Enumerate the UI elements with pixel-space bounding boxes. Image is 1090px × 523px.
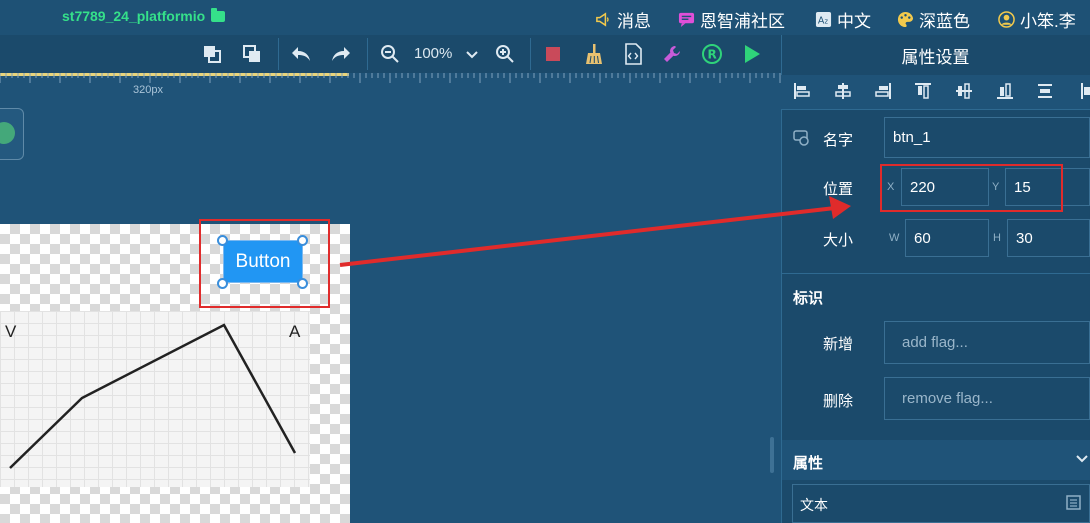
translate-icon: Az — [815, 11, 832, 28]
canvas-side-button[interactable] — [0, 108, 24, 160]
run-button[interactable] — [740, 42, 764, 66]
menu-language[interactable]: Az 中文 — [815, 7, 871, 32]
panel-title: 属性设置 — [901, 47, 970, 67]
horizontal-ruler — [0, 73, 781, 83]
flags-section-title: 标识 — [793, 290, 824, 307]
h-label: H — [993, 232, 1001, 244]
align-right-icon[interactable] — [874, 82, 892, 100]
folder-icon[interactable] — [211, 7, 226, 22]
menu-user[interactable]: 小笨.李 — [998, 7, 1076, 32]
bring-front-icon — [204, 46, 221, 63]
divider — [782, 273, 1090, 274]
register-icon: R — [702, 44, 722, 64]
chevron-down-icon — [466, 51, 478, 59]
divider — [782, 109, 1090, 110]
zoom-in-button[interactable] — [493, 42, 517, 66]
menu-community[interactable]: 恩智浦社区 — [678, 7, 785, 32]
send-back-icon — [243, 45, 260, 62]
menu-language-label: 中文 — [837, 12, 871, 31]
align-left-icon[interactable] — [793, 82, 811, 100]
chart-right-label: A — [289, 322, 301, 341]
redo-button[interactable] — [329, 42, 353, 66]
w-field[interactable]: 60 — [905, 219, 989, 257]
menu-theme[interactable]: 深蓝色 — [897, 7, 970, 32]
chevron-down-icon[interactable] — [1075, 452, 1089, 466]
add-flag-input[interactable]: add flag... — [884, 321, 1090, 364]
splitter-handle[interactable] — [770, 437, 774, 473]
align-center-v-icon[interactable] — [955, 82, 973, 100]
align-bottom-icon[interactable] — [996, 82, 1014, 100]
position-label: 位置 — [823, 181, 854, 198]
clean-button[interactable] — [582, 42, 606, 66]
palette-icon — [897, 11, 914, 28]
align-more-icon[interactable] — [1076, 82, 1090, 100]
tool-button[interactable] — [660, 42, 684, 66]
resize-handle-top-left[interactable] — [217, 235, 228, 246]
remove-flag-input[interactable]: remove flag... — [884, 377, 1090, 420]
resize-handle-top-right[interactable] — [297, 235, 308, 246]
redo-icon — [332, 47, 350, 61]
chart-line — [9, 323, 297, 469]
app-window: st7789_24_platformio 消息 恩智浦社区 Az 中文 深蓝色 … — [0, 0, 1090, 523]
toolbar-divider — [278, 38, 279, 70]
project-title[interactable]: st7789_24_platformio — [62, 7, 226, 24]
code-button[interactable] — [621, 42, 645, 66]
properties-section-title: 属性 — [793, 455, 824, 472]
project-name: st7789_24_platformio — [62, 8, 206, 24]
register-button[interactable]: R — [700, 42, 724, 66]
menu-messages-label: 消息 — [617, 12, 651, 31]
list-icon[interactable] — [1066, 495, 1081, 510]
stop-button[interactable] — [541, 42, 565, 66]
menu-theme-label: 深蓝色 — [919, 12, 970, 31]
menu-community-label: 恩智浦社区 — [700, 12, 785, 31]
svg-text:R: R — [708, 48, 717, 62]
refresh-icon — [0, 122, 15, 144]
resize-handle-bottom-right[interactable] — [297, 278, 308, 289]
align-center-h-icon[interactable] — [834, 82, 852, 100]
toolbar-divider — [367, 38, 368, 70]
zoom-dropdown[interactable] — [460, 42, 484, 66]
menu-user-label: 小笨.李 — [1020, 12, 1076, 31]
wrench-icon — [664, 46, 680, 62]
play-icon — [745, 45, 760, 63]
name-field[interactable]: btn_1 — [884, 117, 1090, 158]
code-file-icon — [625, 43, 642, 65]
zoom-out-icon — [381, 45, 399, 63]
stop-icon — [546, 47, 560, 61]
h-field[interactable]: 30 — [1007, 219, 1090, 257]
w-label: W — [889, 232, 900, 244]
menu-messages[interactable]: 消息 — [595, 7, 651, 32]
widget-id-icon — [793, 130, 809, 146]
zoom-in-icon — [496, 45, 514, 63]
size-label: 大小 — [823, 232, 854, 249]
send-back-button[interactable] — [240, 42, 264, 66]
chat-icon — [678, 12, 695, 28]
text-property-row[interactable] — [792, 484, 1090, 523]
add-flag-label: 新增 — [823, 336, 854, 353]
user-icon — [998, 11, 1015, 28]
bring-front-button[interactable] — [200, 42, 224, 66]
svg-text:z: z — [824, 17, 828, 25]
align-top-icon[interactable] — [914, 82, 932, 100]
chart-left-label: V — [5, 322, 17, 341]
resize-handle-bottom-left[interactable] — [217, 278, 228, 289]
properties-section-header[interactable] — [782, 440, 1090, 480]
position-highlight-box — [880, 164, 1063, 212]
broom-icon — [586, 44, 602, 64]
name-label: 名字 — [823, 132, 854, 149]
undo-button[interactable] — [289, 42, 313, 66]
zoom-out-button[interactable] — [378, 42, 402, 66]
remove-flag-label: 删除 — [823, 393, 854, 410]
megaphone-icon — [596, 12, 609, 27]
undo-icon — [292, 47, 310, 61]
ruler-label: 320px — [133, 84, 163, 96]
text-property-label: 文本 — [800, 497, 828, 513]
button-widget[interactable]: Button — [223, 240, 303, 283]
zoom-level: 100% — [414, 45, 453, 62]
distribute-icon[interactable] — [1036, 82, 1054, 100]
toolbar-divider — [530, 38, 531, 70]
